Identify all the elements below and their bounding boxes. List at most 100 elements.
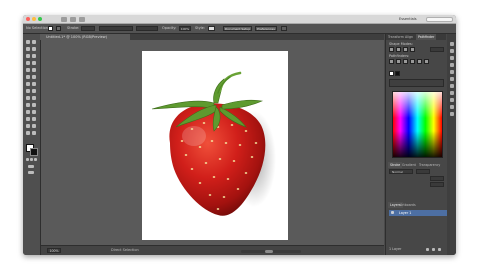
canvas-area[interactable] [41,40,384,245]
delete-layer-icon[interactable] [438,248,441,251]
color-guide-icon[interactable] [450,49,454,53]
color-spectrum-picker[interactable] [392,91,443,158]
direct-selection-tool-icon[interactable] [32,40,36,44]
arrange-documents-icon[interactable] [70,16,76,22]
layers-panel-icon[interactable] [450,112,454,116]
document-setup-button[interactable]: Document Setup [223,26,252,31]
arrange-icon[interactable] [281,26,287,31]
column-graph-tool-icon[interactable] [32,117,36,121]
crop-icon[interactable] [410,59,415,64]
color-panel-stroke-swatch[interactable] [395,71,400,76]
eraser-tool-icon[interactable] [32,75,36,79]
outline-icon[interactable] [417,59,422,64]
graphic-styles-icon[interactable] [450,105,454,109]
tab-transform[interactable]: Transform [388,34,404,40]
make-mask-button[interactable] [430,176,444,181]
graphic-style-swatch[interactable] [208,26,215,31]
artboard-tool-icon[interactable] [26,124,30,128]
shape-builder-tool-icon[interactable] [26,96,30,100]
symbols-icon[interactable] [450,70,454,74]
unite-icon[interactable] [389,47,394,52]
expand-button[interactable] [430,47,444,52]
perspective-grid-tool-icon[interactable] [32,96,36,100]
color-panel-sliders[interactable] [389,79,444,87]
search-field[interactable] [426,16,453,22]
zoom-window-button[interactable] [38,17,42,21]
color-panel-icon[interactable] [450,42,454,46]
free-transform-tool-icon[interactable] [32,89,36,93]
color-panel-fill-swatch[interactable] [389,71,394,76]
fill-swatch[interactable] [48,26,53,31]
swatches-icon[interactable] [450,56,454,60]
hand-tool-icon[interactable] [26,131,30,135]
horizontal-scrollbar[interactable] [241,250,301,253]
merge-icon[interactable] [403,59,408,64]
transparency-panel-icon[interactable] [450,91,454,95]
brushes-icon[interactable] [450,63,454,67]
clip-checkbox[interactable] [430,182,444,187]
type-tool-icon[interactable] [32,54,36,58]
stroke-weight-field[interactable] [81,26,95,31]
gradient-panel-icon[interactable] [450,84,454,88]
zoom-tool-icon[interactable] [32,131,36,135]
layer-name[interactable]: Layer 1 [399,210,411,216]
current-tool-status[interactable]: Direct Selection [111,248,139,253]
tab-pathfinder[interactable]: Pathfinder [416,34,437,40]
tab-align[interactable]: Align [405,34,413,40]
scrollbar-thumb[interactable] [265,250,273,253]
artboard[interactable] [142,51,288,240]
stroke-color-box[interactable] [30,148,38,156]
stroke-swatch[interactable] [56,26,61,31]
variable-width-profile[interactable] [99,26,133,31]
lasso-tool-icon[interactable] [32,47,36,51]
brush-definition[interactable] [136,26,158,31]
paintbrush-tool-icon[interactable] [26,68,30,72]
mesh-tool-icon[interactable] [26,103,30,107]
blob-brush-tool-icon[interactable] [26,75,30,79]
minus-front-icon[interactable] [396,47,401,52]
new-layer-icon[interactable] [432,248,435,251]
blend-mode-select[interactable]: Normal [389,169,413,174]
gradient-tool-icon[interactable] [32,103,36,107]
workspace-switcher[interactable]: Essentials [399,16,417,22]
exclude-icon[interactable] [410,47,415,52]
layer-row[interactable]: Layer 1 [389,210,447,216]
opacity-field[interactable]: 100% [179,26,191,31]
close-window-button[interactable] [26,17,30,21]
screen-mode-icon[interactable] [28,171,34,174]
drawing-mode-icon[interactable] [28,165,34,168]
tab-stroke[interactable]: Stroke [388,162,403,168]
width-tool-icon[interactable] [26,89,30,93]
stroke-panel-icon[interactable] [450,77,454,81]
preferences-button[interactable]: Preferences [255,26,277,31]
minimize-window-button[interactable] [32,17,36,21]
selection-tool-icon[interactable] [26,40,30,44]
intersect-icon[interactable] [403,47,408,52]
visibility-eye-icon[interactable] [391,211,394,214]
symbol-sprayer-tool-icon[interactable] [26,117,30,121]
new-sublayer-icon[interactable] [426,248,429,251]
blend-tool-icon[interactable] [32,110,36,114]
color-mode-icon[interactable] [26,158,29,161]
tab-gradient[interactable]: Gradient [402,162,416,168]
rotate-tool-icon[interactable] [26,82,30,86]
scale-tool-icon[interactable] [32,82,36,86]
divide-icon[interactable] [389,59,394,64]
transparency-opacity-field[interactable] [416,169,430,174]
none-mode-icon[interactable] [34,158,37,161]
minus-back-icon[interactable] [424,59,429,64]
bridge-icon[interactable] [61,16,67,22]
slice-tool-icon[interactable] [32,124,36,128]
gpu-performance-icon[interactable] [79,16,85,22]
eyedropper-tool-icon[interactable] [26,110,30,114]
zoom-level-field[interactable]: 100% [47,248,61,253]
appearance-icon[interactable] [450,98,454,102]
strawberry-image[interactable] [142,51,288,240]
trim-icon[interactable] [396,59,401,64]
rectangle-tool-icon[interactable] [32,61,36,65]
pencil-tool-icon[interactable] [32,68,36,72]
line-tool-icon[interactable] [26,61,30,65]
tab-artboards[interactable]: Artboards [400,202,416,208]
tab-transparency[interactable]: Transparency [419,162,440,168]
gradient-mode-icon[interactable] [30,158,33,161]
